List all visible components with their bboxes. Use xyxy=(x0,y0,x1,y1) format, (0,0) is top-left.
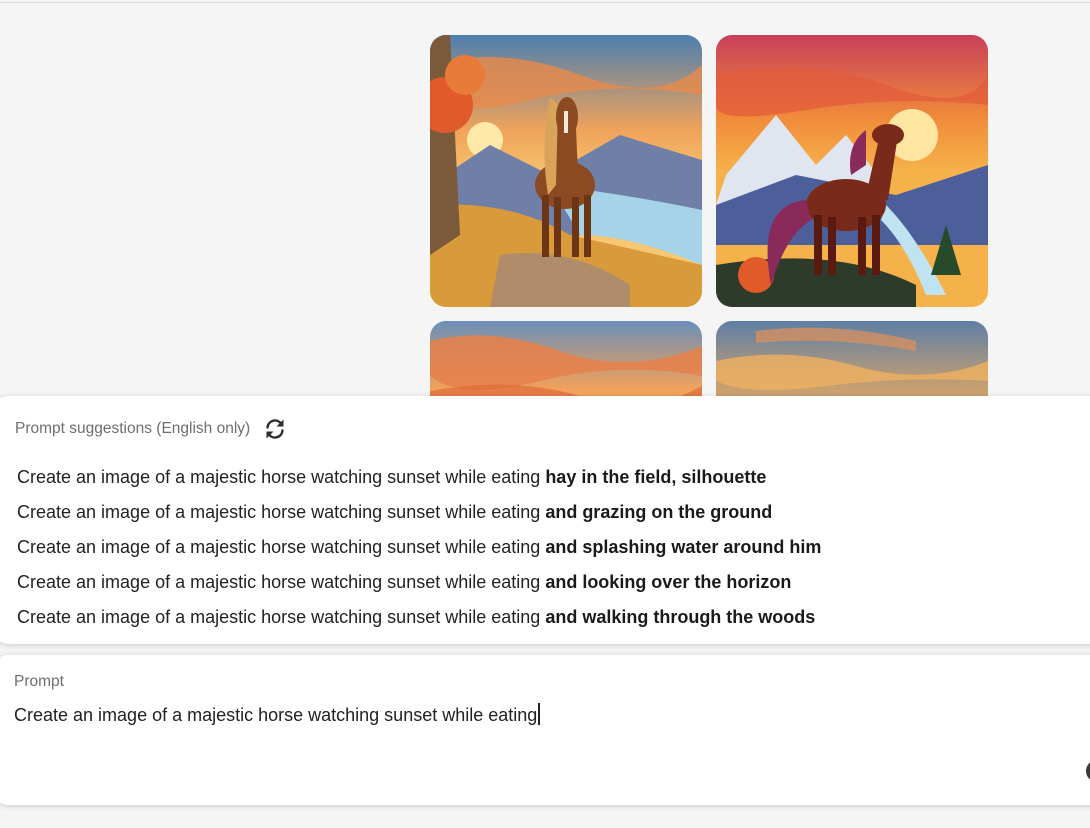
suggestion-item[interactable]: Create an image of a majestic horse watc… xyxy=(17,530,821,565)
prompt-input[interactable]: Create an image of a majestic horse watc… xyxy=(14,703,540,726)
suggestion-prefix: Create an image of a majestic horse watc… xyxy=(17,607,541,627)
suggestion-completion: and splashing water around him xyxy=(545,537,822,557)
prompt-panel: Prompt Create an image of a majestic hor… xyxy=(0,655,1090,805)
suggestion-prefix: Create an image of a majestic horse watc… xyxy=(17,572,541,592)
generated-image-1[interactable] xyxy=(430,35,702,307)
prompt-suggestions-panel: Prompt suggestions (English only) Create… xyxy=(0,396,1090,644)
suggestion-prefix: Create an image of a majestic horse watc… xyxy=(17,537,541,557)
generated-image-2[interactable] xyxy=(716,35,988,307)
horse-image-1 xyxy=(430,35,702,307)
horse-image-2 xyxy=(716,35,988,307)
prompt-label: Prompt xyxy=(14,673,64,690)
prompt-input-text: Create an image of a majestic horse watc… xyxy=(14,705,538,725)
generated-image-gallery xyxy=(0,0,1090,593)
suggestion-prefix: Create an image of a majestic horse watc… xyxy=(17,502,541,522)
suggestion-completion: and looking over the horizon xyxy=(545,572,792,592)
suggestion-item[interactable]: Create an image of a majestic horse watc… xyxy=(17,460,821,495)
suggestion-prefix: Create an image of a majestic horse watc… xyxy=(17,467,541,487)
text-caret xyxy=(538,703,540,725)
suggestion-item[interactable]: Create an image of a majestic horse watc… xyxy=(17,565,821,600)
suggestion-item[interactable]: Create an image of a majestic horse watc… xyxy=(17,600,821,635)
suggestion-completion: hay in the field, silhouette xyxy=(545,467,767,487)
suggestion-item[interactable]: Create an image of a majestic horse watc… xyxy=(17,495,821,530)
generate-button[interactable] xyxy=(1086,760,1090,782)
refresh-icon[interactable] xyxy=(262,416,288,442)
prompt-suggestions-header: Prompt suggestions (English only) xyxy=(15,416,288,442)
prompt-suggestions-title: Prompt suggestions (English only) xyxy=(15,420,251,437)
suggestion-completion: and walking through the woods xyxy=(545,607,816,627)
prompt-suggestions-list: Create an image of a majestic horse watc… xyxy=(17,460,821,635)
suggestion-completion: and grazing on the ground xyxy=(545,502,773,522)
